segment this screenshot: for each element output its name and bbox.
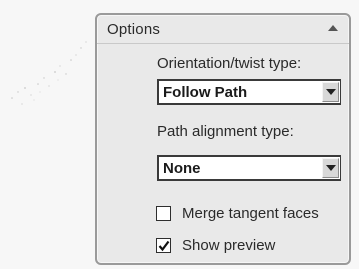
chevron-up-icon[interactable]	[327, 23, 339, 33]
show-preview-option[interactable]: Show preview	[156, 237, 346, 257]
merge-tangent-faces-label: Merge tangent faces	[182, 205, 319, 222]
show-preview-label: Show preview	[182, 237, 276, 254]
merge-tangent-faces-option[interactable]: Merge tangent faces	[156, 205, 346, 225]
path-alignment-value: None	[163, 160, 201, 177]
path-alignment-label: Path alignment type:	[157, 123, 294, 140]
orientation-twist-label: Orientation/twist type:	[157, 55, 302, 72]
merge-tangent-faces-checkbox[interactable]	[156, 206, 171, 221]
chevron-down-icon	[326, 89, 336, 95]
show-preview-checkbox[interactable]	[156, 238, 171, 253]
panel-title: Options	[107, 21, 161, 38]
dropdown-arrow-button[interactable]	[322, 158, 339, 178]
path-alignment-select[interactable]: None	[157, 155, 341, 181]
checkmark-icon	[158, 240, 170, 252]
dropdown-arrow-button[interactable]	[322, 82, 339, 102]
options-panel: Options Orientation/twist type: Follow P…	[95, 13, 351, 265]
chevron-down-icon	[326, 165, 336, 171]
orientation-twist-value: Follow Path	[163, 84, 248, 101]
orientation-twist-select[interactable]: Follow Path	[157, 79, 341, 105]
options-panel-header[interactable]: Options	[97, 15, 349, 44]
